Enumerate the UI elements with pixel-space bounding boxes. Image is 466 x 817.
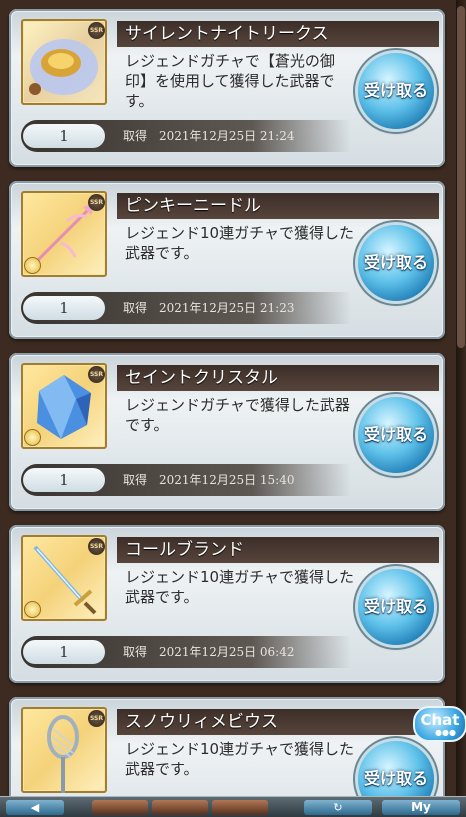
item-thumbnail: SSR xyxy=(21,363,107,449)
acquired-label: 取得 xyxy=(123,645,148,659)
item-description: レジェンドガチャで【蒼光の御印】を使用して獲得した武器です。 xyxy=(125,52,335,110)
item-name: サイレントナイトリークス xyxy=(117,21,439,47)
item-quantity: 1 xyxy=(23,640,105,664)
present-card: SSR セイントクリスタル レジェンドガチャで獲得した武器です。 受け取る 1 … xyxy=(9,353,445,511)
rarity-badge: SSR xyxy=(88,194,105,211)
claim-button[interactable]: 受け取る xyxy=(358,741,434,796)
claim-button[interactable]: 受け取る xyxy=(358,225,434,301)
chat-dots-icon: ●●● xyxy=(435,728,456,737)
acquired-label: 取得 xyxy=(123,473,148,487)
item-quantity: 1 xyxy=(23,124,105,148)
present-card: SSR コールブランド レジェンド10連ガチャで獲得した武器です。 受け取る 1… xyxy=(9,525,445,683)
item-description: レジェンド10連ガチャで獲得した武器です。 xyxy=(125,224,354,262)
item-name: コールブランド xyxy=(117,537,439,563)
element-icon xyxy=(24,257,41,274)
acquired-info: 取得 2021年12月25日 21:23 xyxy=(123,292,295,324)
item-quantity: 1 xyxy=(23,296,105,320)
rarity-badge: SSR xyxy=(88,366,105,383)
element-icon xyxy=(24,601,41,618)
item-thumbnail: SSR xyxy=(21,707,107,793)
rarity-badge: SSR xyxy=(88,22,105,39)
scrollbar[interactable] xyxy=(456,0,466,796)
item-footer: 1 取得 2021年12月25日 06:42 xyxy=(21,636,351,668)
chat-label: Chat xyxy=(420,711,460,729)
item-thumbnail: SSR xyxy=(21,19,107,105)
party-thumbnail[interactable] xyxy=(152,800,208,815)
item-footer: 1 取得 2021年12月25日 21:24 xyxy=(21,120,351,152)
present-card: SSR スノウリィメビウス レジェンド10連ガチャで獲得した武器です。 受け取る xyxy=(9,697,445,796)
acquired-info: 取得 2021年12月25日 21:24 xyxy=(123,120,295,152)
acquired-label: 取得 xyxy=(123,301,148,315)
item-description: レジェンドガチャで獲得した武器です。 xyxy=(125,396,350,434)
acquired-date: 2021年12月25日 15:40 xyxy=(159,473,295,487)
claim-button[interactable]: 受け取る xyxy=(358,53,434,129)
party-thumbnail[interactable] xyxy=(92,800,148,815)
element-icon xyxy=(24,429,41,446)
item-footer: 1 取得 2021年12月25日 15:40 xyxy=(21,464,351,496)
acquired-date: 2021年12月25日 06:42 xyxy=(159,645,295,659)
item-quantity: 1 xyxy=(23,468,105,492)
rarity-badge: SSR xyxy=(88,538,105,555)
party-thumbnail[interactable] xyxy=(212,800,268,815)
claim-button[interactable]: 受け取る xyxy=(358,569,434,645)
present-card: SSR サイレントナイトリークス レジェンドガチャで【蒼光の御印】を使用して獲得… xyxy=(9,9,445,167)
item-name: ピンキーニードル xyxy=(117,193,439,219)
bottom-nav-bar: ◀ ↻ My xyxy=(0,796,466,817)
claim-button[interactable]: 受け取る xyxy=(358,397,434,473)
item-footer: 1 取得 2021年12月25日 21:23 xyxy=(21,292,351,324)
back-button[interactable]: ◀ xyxy=(6,800,64,815)
acquired-info: 取得 2021年12月25日 06:42 xyxy=(123,636,295,668)
item-name: スノウリィメビウス xyxy=(117,709,439,735)
scrollbar-thumb[interactable] xyxy=(457,6,465,348)
present-list[interactable]: SSR サイレントナイトリークス レジェンドガチャで【蒼光の御印】を使用して獲得… xyxy=(0,0,456,796)
acquired-date: 2021年12月25日 21:24 xyxy=(159,129,295,143)
item-description: レジェンド10連ガチャで獲得した武器です。 xyxy=(125,568,354,606)
acquired-date: 2021年12月25日 21:23 xyxy=(159,301,295,315)
present-card: SSR ピンキーニードル レジェンド10連ガチャで獲得した武器です。 受け取る … xyxy=(9,181,445,339)
item-thumbnail: SSR xyxy=(21,191,107,277)
my-page-button[interactable]: My xyxy=(382,800,460,815)
item-name: セイントクリスタル xyxy=(117,365,439,391)
acquired-info: 取得 2021年12月25日 15:40 xyxy=(123,464,295,496)
acquired-label: 取得 xyxy=(123,129,148,143)
item-thumbnail: SSR xyxy=(21,535,107,621)
chat-button[interactable]: Chat ●●● xyxy=(413,706,466,742)
rarity-badge: SSR xyxy=(88,710,105,727)
item-description: レジェンド10連ガチャで獲得した武器です。 xyxy=(125,740,354,778)
reload-button[interactable]: ↻ xyxy=(304,800,372,815)
